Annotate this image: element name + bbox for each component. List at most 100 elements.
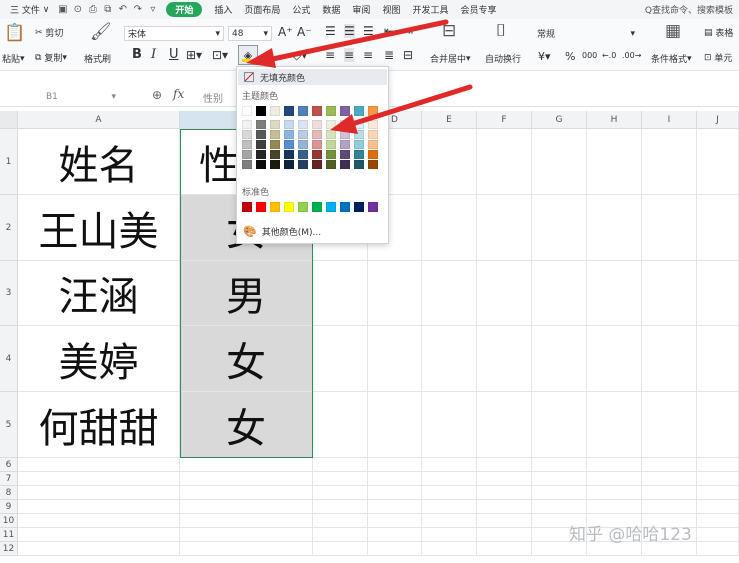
increase-font-button[interactable]: A⁺: [278, 25, 293, 39]
conditional-format-icon[interactable]: ▦: [665, 23, 681, 40]
merge-center-icon[interactable]: ⊟: [442, 23, 456, 40]
theme-color-swatch[interactable]: [284, 106, 294, 116]
theme-color-swatch[interactable]: [326, 150, 336, 159]
theme-color-swatch[interactable]: [270, 106, 280, 116]
empty-cell[interactable]: [477, 392, 532, 458]
empty-cell[interactable]: [477, 486, 532, 500]
theme-color-swatch[interactable]: [326, 160, 336, 169]
theme-color-swatch[interactable]: [256, 106, 266, 116]
bold-button[interactable]: B: [132, 47, 142, 62]
empty-cell[interactable]: [587, 261, 642, 326]
theme-color-swatch[interactable]: [368, 120, 378, 129]
empty-cell[interactable]: [422, 392, 477, 458]
align-middle-icon[interactable]: ☰: [344, 24, 355, 38]
column-header-e[interactable]: E: [422, 111, 477, 129]
distribute-icon[interactable]: ⊟: [403, 48, 413, 62]
empty-cell[interactable]: [313, 458, 368, 472]
fill-color-button[interactable]: ◈: [238, 45, 258, 65]
empty-cell[interactable]: [313, 261, 368, 326]
standard-color-swatch[interactable]: [326, 202, 336, 212]
underline-button[interactable]: U: [169, 47, 179, 62]
empty-cell[interactable]: [368, 458, 422, 472]
theme-color-swatch[interactable]: [256, 130, 266, 139]
theme-color-swatch[interactable]: [242, 130, 252, 139]
cell-button[interactable]: ⊡ 单元: [704, 51, 732, 65]
indent-decrease-icon[interactable]: ⇤: [384, 24, 394, 38]
empty-cell[interactable]: [180, 472, 313, 486]
theme-color-swatch[interactable]: [284, 120, 294, 129]
empty-cell[interactable]: [313, 528, 368, 542]
empty-cell[interactable]: [532, 458, 587, 472]
theme-color-swatch[interactable]: [298, 140, 308, 149]
undo-icon[interactable]: ↶: [115, 2, 130, 17]
empty-cell[interactable]: [587, 326, 642, 392]
empty-cell[interactable]: [313, 500, 368, 514]
cell-b5[interactable]: 女: [180, 392, 313, 458]
row-header-8[interactable]: 8: [0, 486, 18, 500]
empty-cell[interactable]: [422, 500, 477, 514]
empty-cell[interactable]: [477, 129, 532, 195]
empty-cell[interactable]: [422, 514, 477, 528]
empty-cell[interactable]: [422, 195, 477, 261]
theme-color-swatch[interactable]: [242, 120, 252, 129]
theme-color-swatch[interactable]: [312, 130, 322, 139]
empty-cell[interactable]: [532, 472, 587, 486]
cell-a4[interactable]: 美婷: [18, 326, 180, 392]
empty-cell[interactable]: [697, 486, 739, 500]
theme-color-swatch[interactable]: [312, 160, 322, 169]
row-header-2[interactable]: 2: [0, 195, 18, 261]
empty-cell[interactable]: [697, 261, 739, 326]
paste-icon[interactable]: 📋: [4, 25, 25, 42]
align-left-icon[interactable]: ≡: [325, 48, 335, 62]
empty-cell[interactable]: [642, 500, 697, 514]
empty-cell[interactable]: [18, 458, 180, 472]
tab-start[interactable]: 开始: [166, 2, 203, 17]
theme-color-swatch[interactable]: [270, 150, 280, 159]
name-box[interactable]: B1 ▾: [4, 88, 118, 105]
standard-color-swatch[interactable]: [368, 202, 378, 212]
tab-data[interactable]: 数据: [316, 0, 346, 19]
decrease-font-button[interactable]: A⁻: [297, 25, 312, 39]
theme-color-swatch[interactable]: [242, 150, 252, 159]
empty-cell[interactable]: [532, 261, 587, 326]
empty-cell[interactable]: [642, 195, 697, 261]
theme-color-swatch[interactable]: [340, 150, 350, 159]
empty-cell[interactable]: [477, 326, 532, 392]
theme-color-swatch[interactable]: [284, 130, 294, 139]
theme-color-swatch[interactable]: [312, 150, 322, 159]
redo-icon[interactable]: ↷: [130, 2, 145, 17]
command-search[interactable]: Q查找命令、搜索模板: [645, 3, 739, 16]
theme-color-swatch[interactable]: [270, 160, 280, 169]
empty-cell[interactable]: [313, 542, 368, 556]
select-all-corner[interactable]: [0, 111, 18, 129]
empty-cell[interactable]: [313, 392, 368, 458]
italic-button[interactable]: I: [151, 47, 156, 62]
cell-b4[interactable]: 女: [180, 326, 313, 392]
theme-color-swatch[interactable]: [298, 120, 308, 129]
empty-cell[interactable]: [477, 542, 532, 556]
theme-color-swatch[interactable]: [326, 106, 336, 116]
theme-color-swatch[interactable]: [340, 130, 350, 139]
theme-color-swatch[interactable]: [270, 130, 280, 139]
theme-color-swatch[interactable]: [312, 120, 322, 129]
empty-cell[interactable]: [587, 458, 642, 472]
empty-cell[interactable]: [587, 472, 642, 486]
empty-cell[interactable]: [368, 326, 422, 392]
theme-color-swatch[interactable]: [368, 140, 378, 149]
column-header-h[interactable]: H: [587, 111, 642, 129]
empty-cell[interactable]: [180, 458, 313, 472]
column-header-i[interactable]: I: [642, 111, 697, 129]
theme-color-swatch[interactable]: [312, 106, 322, 116]
standard-color-swatch[interactable]: [354, 202, 364, 212]
theme-color-swatch[interactable]: [354, 130, 364, 139]
empty-cell[interactable]: [477, 472, 532, 486]
empty-cell[interactable]: [180, 514, 313, 528]
cell-a1[interactable]: 姓名: [18, 129, 180, 195]
empty-cell[interactable]: [422, 129, 477, 195]
empty-cell[interactable]: [368, 542, 422, 556]
empty-cell[interactable]: [587, 195, 642, 261]
theme-color-swatch[interactable]: [270, 140, 280, 149]
quick-access-dropdown-icon[interactable]: ▿: [145, 2, 160, 17]
thousands-button[interactable]: 000: [582, 51, 597, 60]
paste-button[interactable]: 粘贴 ▾: [2, 52, 25, 66]
